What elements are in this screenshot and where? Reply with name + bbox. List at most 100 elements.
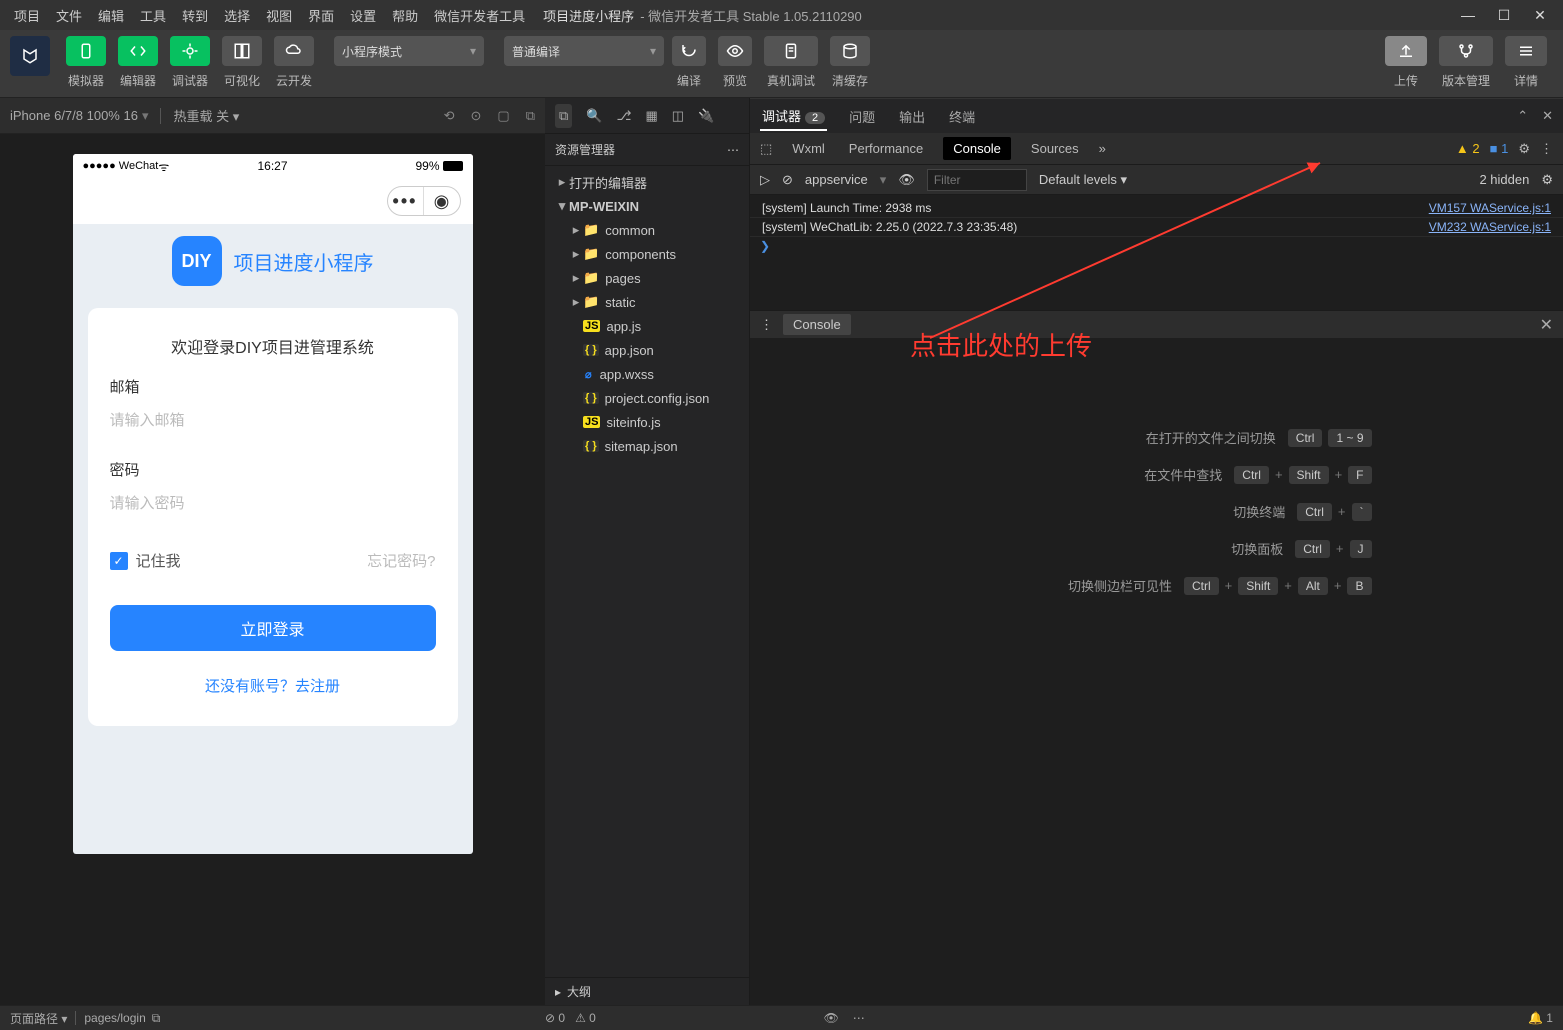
console-prompt[interactable]: ❯: [750, 237, 1563, 255]
menu-项目[interactable]: 项目: [8, 3, 46, 28]
folder-pages[interactable]: ▸📁pages: [545, 266, 749, 290]
realdevice-button[interactable]: [764, 36, 818, 66]
editor-toggle[interactable]: [118, 36, 158, 66]
tab-output[interactable]: 输出: [897, 103, 927, 130]
copy-icon[interactable]: ⧉: [152, 1011, 161, 1026]
hidden-count[interactable]: 2 hidden: [1479, 172, 1529, 187]
error-count[interactable]: ⊘ 0: [545, 1011, 565, 1025]
wechat-logo-icon[interactable]: [10, 36, 50, 76]
visual-toggle[interactable]: [222, 36, 262, 66]
vcs-button[interactable]: [1439, 36, 1493, 66]
open-editors-section[interactable]: ▸打开的编辑器: [545, 170, 749, 194]
source-link[interactable]: VM232 WAService.js:1: [1429, 220, 1551, 234]
file-app.js[interactable]: JSapp.js: [545, 314, 749, 338]
close-button[interactable]: ✕: [1531, 7, 1549, 24]
folder-components[interactable]: ▸📁components: [545, 242, 749, 266]
register-link[interactable]: 还没有账号？去注册: [110, 675, 436, 696]
status-more-icon[interactable]: ⋯: [853, 1011, 865, 1025]
outline-section[interactable]: ▸大纲: [545, 977, 749, 1005]
drawer-kebab-icon[interactable]: ⋮: [760, 317, 773, 333]
login-button[interactable]: 立即登录: [110, 605, 436, 651]
pagepath-label[interactable]: 页面路径 ▾: [10, 1010, 67, 1027]
device-select[interactable]: iPhone 6/7/8 100% 16: [10, 108, 138, 123]
source-link[interactable]: VM157 WAService.js:1: [1429, 201, 1551, 215]
menu-转到[interactable]: 转到: [176, 3, 214, 28]
simulator-toggle[interactable]: [66, 36, 106, 66]
compile-button[interactable]: [672, 36, 706, 66]
file-siteinfo.js[interactable]: JSsiteinfo.js: [545, 410, 749, 434]
details-button[interactable]: [1505, 36, 1547, 66]
status-eye-icon[interactable]: 👁: [824, 1011, 839, 1025]
minimize-button[interactable]: —: [1459, 7, 1477, 24]
tab-terminal[interactable]: 终端: [947, 103, 977, 130]
project-root[interactable]: ▾MP-WEIXIN: [545, 194, 749, 218]
inspect-icon[interactable]: ⬚: [760, 141, 772, 157]
folder-static[interactable]: ▸📁static: [545, 290, 749, 314]
panel-up-icon[interactable]: ⌃: [1517, 108, 1528, 124]
devtab-sources[interactable]: Sources: [1027, 141, 1083, 156]
info-count[interactable]: ■ 1: [1490, 141, 1509, 156]
pagepath-value[interactable]: pages/login: [84, 1011, 145, 1025]
menu-界面[interactable]: 界面: [302, 3, 340, 28]
gear-icon[interactable]: ⚙: [1518, 141, 1530, 157]
password-input[interactable]: 请输入密码: [110, 488, 436, 528]
menu-视图[interactable]: 视图: [260, 3, 298, 28]
files-icon[interactable]: ⧉: [555, 104, 572, 128]
tab-debugger[interactable]: 调试器2: [760, 102, 827, 131]
grid-icon[interactable]: ▦: [645, 108, 657, 124]
kebab-icon[interactable]: ⋮: [1540, 141, 1553, 157]
tab-problems[interactable]: 问题: [847, 103, 877, 130]
remember-checkbox[interactable]: ✓记住我: [110, 550, 181, 571]
levels-select[interactable]: Default levels ▾: [1039, 172, 1127, 188]
capsule-close-icon[interactable]: ◉: [424, 187, 460, 215]
plugin-icon[interactable]: 🔌: [698, 108, 714, 124]
context-select[interactable]: appservice: [805, 172, 868, 187]
layout-icon[interactable]: ◫: [672, 108, 684, 124]
popout-icon[interactable]: ⧉: [526, 108, 535, 124]
devtab-console[interactable]: Console: [943, 137, 1011, 160]
hotreload-toggle[interactable]: 热重载 关 ▾: [173, 106, 239, 125]
email-input[interactable]: 请输入邮箱: [110, 405, 436, 445]
clear-icon[interactable]: ⊘: [782, 172, 793, 188]
file-project.config.json[interactable]: { }project.config.json: [545, 386, 749, 410]
warning-count-status[interactable]: ⚠ 0: [575, 1011, 596, 1025]
clearcache-button[interactable]: [830, 36, 870, 66]
menu-文件[interactable]: 文件: [50, 3, 88, 28]
search-icon[interactable]: 🔍: [586, 108, 602, 124]
eye-icon[interactable]: 👁: [898, 172, 915, 188]
compile-mode-select[interactable]: 普通编译▾: [504, 36, 664, 66]
branch-icon[interactable]: ⎇: [616, 108, 631, 124]
warning-count[interactable]: ▲ 2: [1456, 141, 1480, 156]
device-icon[interactable]: ▢: [497, 108, 509, 124]
panel-close-icon[interactable]: ✕: [1542, 108, 1553, 124]
play-icon[interactable]: ▷: [760, 172, 770, 188]
debugger-toggle[interactable]: [170, 36, 210, 66]
menu-设置[interactable]: 设置: [344, 3, 382, 28]
menu-编辑[interactable]: 编辑: [92, 3, 130, 28]
folder-common[interactable]: ▸📁common: [545, 218, 749, 242]
upload-button[interactable]: [1385, 36, 1427, 66]
file-sitemap.json[interactable]: { }sitemap.json: [545, 434, 749, 458]
drawer-close-icon[interactable]: ✕: [1540, 315, 1553, 335]
cloud-toggle[interactable]: [274, 36, 314, 66]
maximize-button[interactable]: ☐: [1495, 7, 1513, 24]
explorer-more-icon[interactable]: ⋯: [727, 143, 739, 157]
forgot-link[interactable]: 忘记密码?: [367, 550, 435, 571]
mode-select[interactable]: 小程序模式▾: [334, 36, 484, 66]
home-icon[interactable]: ⊙: [471, 108, 482, 124]
filter-input[interactable]: [927, 169, 1027, 191]
notification-bell[interactable]: 🔔 1: [1528, 1011, 1553, 1025]
file-app.wxss[interactable]: ⌀app.wxss: [545, 362, 749, 386]
menu-微信开发者工具[interactable]: 微信开发者工具: [428, 3, 531, 28]
refresh-icon[interactable]: ⟲: [444, 108, 455, 124]
drawer-console-tab[interactable]: Console: [783, 314, 851, 335]
devtab-performance[interactable]: Performance: [845, 141, 927, 156]
menu-选择[interactable]: 选择: [218, 3, 256, 28]
menu-帮助[interactable]: 帮助: [386, 3, 424, 28]
console-output[interactable]: [system] Launch Time: 2938 msVM157 WASer…: [750, 195, 1563, 310]
devtab-wxml[interactable]: Wxml: [788, 141, 829, 156]
capsule-menu-icon[interactable]: •••: [388, 187, 424, 215]
menu-工具[interactable]: 工具: [134, 3, 172, 28]
devtab-more-icon[interactable]: »: [1099, 141, 1106, 156]
file-app.json[interactable]: { }app.json: [545, 338, 749, 362]
